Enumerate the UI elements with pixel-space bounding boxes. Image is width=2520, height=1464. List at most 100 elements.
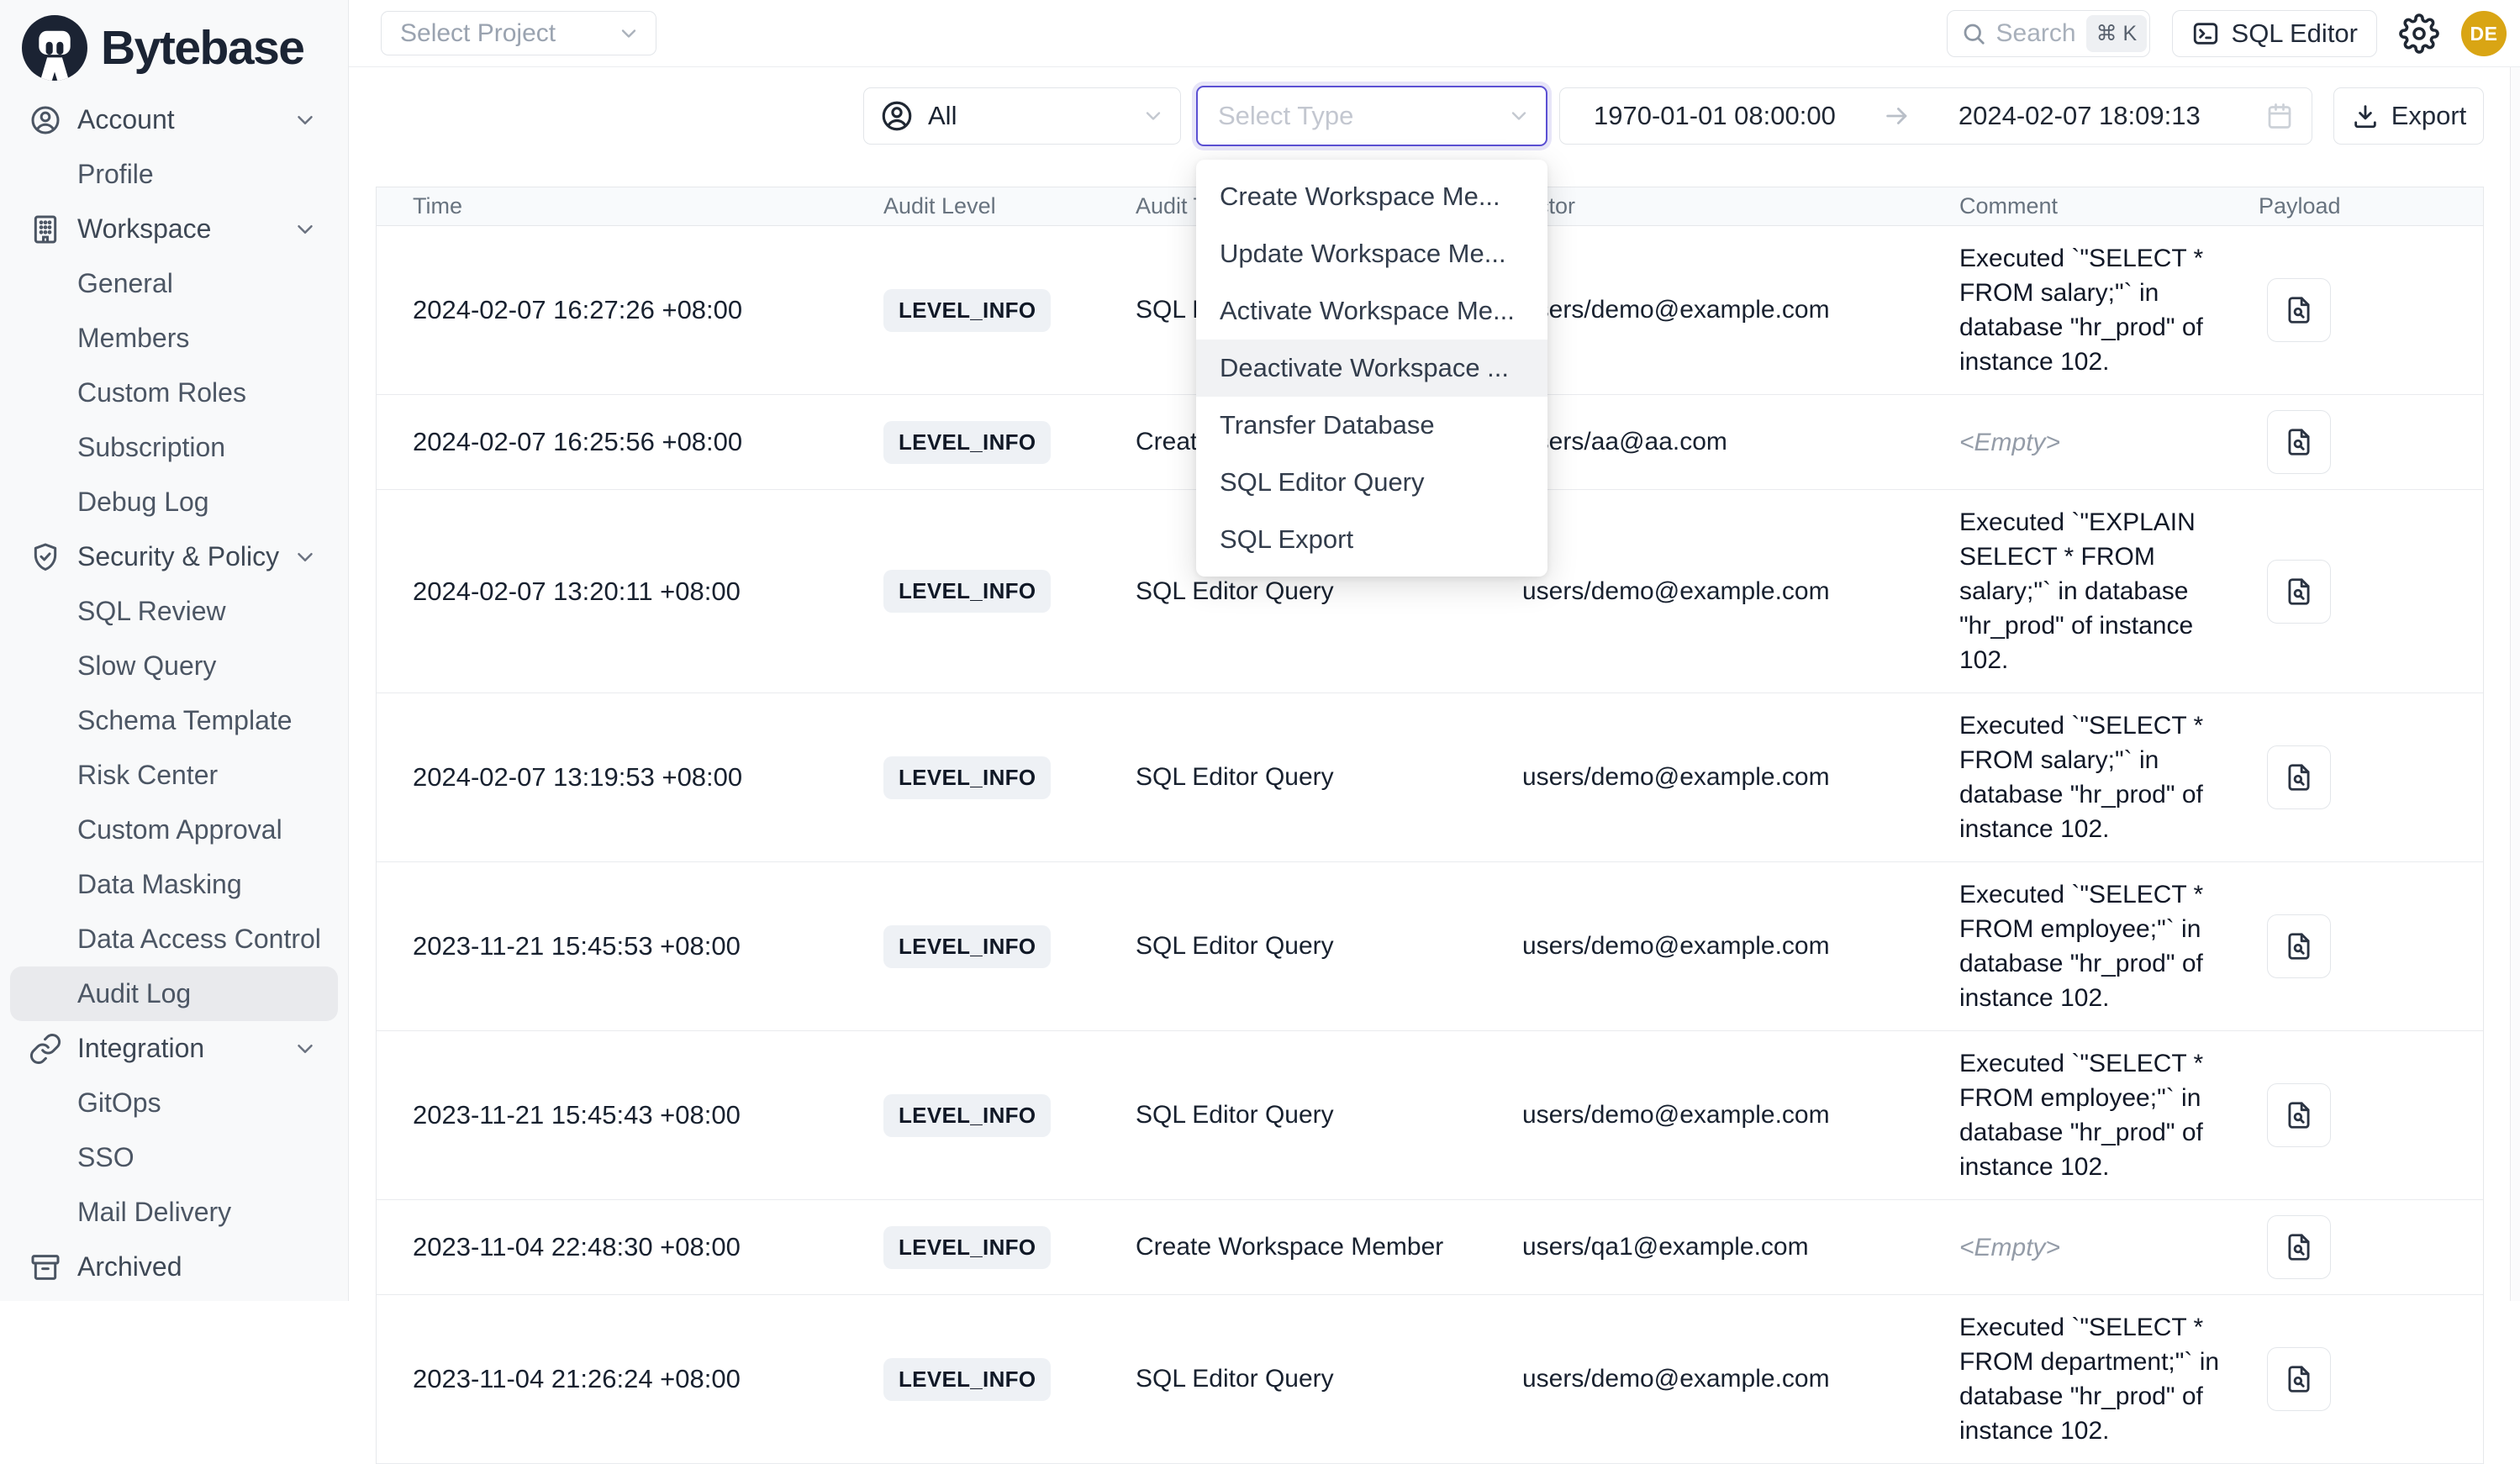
cell-audit-type: SQL Editor Query — [1136, 763, 1522, 792]
sidebar-item-general[interactable]: General — [10, 256, 338, 311]
archive-icon — [29, 1251, 62, 1284]
file-search-icon — [2283, 294, 2315, 326]
audit-level-badge: LEVEL_INFO — [883, 1094, 1051, 1137]
search-shortcut-badge: ⌘ K — [2086, 15, 2148, 52]
cell-actor: users/aa@aa.com — [1522, 428, 1959, 456]
type-menu-item[interactable]: Transfer Database — [1196, 397, 1547, 454]
sidebar-item-schema-template[interactable]: Schema Template — [10, 693, 338, 748]
brand-logo[interactable]: Bytebase — [0, 0, 348, 84]
payload-view-button[interactable] — [2267, 1083, 2331, 1147]
sidebar-item-subscription[interactable]: Subscription — [10, 420, 338, 475]
sidebar-item-audit-log[interactable]: Audit Log — [10, 966, 338, 1021]
table-row: 2024-02-07 13:19:53 +08:00 LEVEL_INFO SQ… — [377, 693, 2483, 862]
type-menu-item[interactable]: Activate Workspace Me... — [1196, 282, 1547, 340]
sidebar-item-debug-log[interactable]: Debug Log — [10, 475, 338, 529]
type-menu-item[interactable]: Update Workspace Me... — [1196, 225, 1547, 282]
sql-editor-button[interactable]: SQL Editor — [2172, 10, 2377, 57]
link-icon — [29, 1032, 62, 1066]
table-row: 2023-11-21 15:45:43 +08:00 LEVEL_INFO SQ… — [377, 1031, 2483, 1200]
sidebar-item-sso[interactable]: SSO — [10, 1130, 338, 1185]
cell-time: 2023-11-04 22:48:30 +08:00 — [413, 1232, 883, 1262]
type-menu-item[interactable]: SQL Export — [1196, 511, 1547, 568]
audit-level-badge: LEVEL_INFO — [883, 1226, 1051, 1269]
payload-view-button[interactable] — [2267, 410, 2331, 474]
arrow-right-icon — [1883, 102, 1911, 130]
terminal-icon — [2191, 19, 2220, 48]
sidebar-item-gitops[interactable]: GitOps — [10, 1076, 338, 1130]
sidebar-section-security-policy[interactable]: Security & Policy — [10, 529, 338, 584]
sidebar-section-account[interactable]: Account — [10, 92, 338, 147]
cell-audit-type: Create Workspace Member — [1136, 1233, 1522, 1261]
sidebar-item-data-masking[interactable]: Data Masking — [10, 857, 338, 912]
type-filter-select[interactable]: Select Type — [1196, 86, 1547, 146]
table-row: 2023-11-04 22:48:30 +08:00 LEVEL_INFO Cr… — [377, 1200, 2483, 1295]
audit-level-badge: LEVEL_INFO — [883, 289, 1051, 332]
column-header-comment: Comment — [1959, 193, 2259, 219]
type-menu-item-highlighted[interactable]: Deactivate Workspace ... — [1196, 340, 1547, 397]
sidebar-item-mail-delivery[interactable]: Mail Delivery — [10, 1185, 338, 1240]
sidebar-section-workspace[interactable]: Workspace — [10, 202, 338, 256]
table-row: 2023-11-04 21:26:24 +08:00 LEVEL_INFO SQ… — [377, 1295, 2483, 1464]
file-search-icon — [2283, 761, 2315, 793]
cell-comment: Executed `"SELECT * FROM employee;"` in … — [1959, 877, 2259, 1015]
avatar[interactable]: DE — [2461, 11, 2507, 56]
cell-actor: users/demo@example.com — [1522, 1101, 1959, 1130]
cell-time: 2024-02-07 13:19:53 +08:00 — [413, 762, 883, 793]
sidebar-section-archived[interactable]: Archived — [10, 1240, 338, 1294]
sidebar-item-sql-review[interactable]: SQL Review — [10, 584, 338, 639]
cell-time: 2023-11-21 15:45:43 +08:00 — [413, 1100, 883, 1130]
type-menu-item[interactable]: Create Workspace Me... — [1196, 168, 1547, 225]
cell-audit-type: SQL Editor Query — [1136, 1365, 1522, 1393]
file-search-icon — [2283, 1363, 2315, 1395]
date-from[interactable]: 1970-01-01 08:00:00 — [1594, 101, 1836, 131]
cell-actor: users/demo@example.com — [1522, 932, 1959, 961]
sidebar-item-risk-center[interactable]: Risk Center — [10, 748, 338, 803]
chevron-down-icon — [1141, 104, 1165, 128]
user-circle-icon — [879, 98, 915, 134]
member-filter-select[interactable]: All — [863, 87, 1181, 145]
type-menu-item[interactable]: SQL Editor Query — [1196, 454, 1547, 511]
sidebar-item-slow-query[interactable]: Slow Query — [10, 639, 338, 693]
payload-view-button[interactable] — [2267, 1215, 2331, 1279]
sidebar: Bytebase Account Profile Workspace Gener… — [0, 0, 349, 1301]
scrollbar[interactable] — [2510, 67, 2520, 1301]
audit-level-badge: LEVEL_INFO — [883, 570, 1051, 613]
sidebar-item-custom-approval[interactable]: Custom Approval — [10, 803, 338, 857]
search-input[interactable]: Search ⌘ K — [1947, 10, 2150, 57]
bytebase-logo-icon — [22, 15, 87, 81]
audit-level-badge: LEVEL_INFO — [883, 421, 1051, 464]
date-to[interactable]: 2024-02-07 18:09:13 — [1959, 101, 2201, 131]
topbar-actions: Search ⌘ K SQL Editor DE — [1947, 10, 2507, 57]
payload-view-button[interactable] — [2267, 1347, 2331, 1411]
sidebar-item-profile[interactable]: Profile — [10, 147, 338, 202]
cell-time: 2024-02-07 16:27:26 +08:00 — [413, 295, 883, 325]
search-icon — [1961, 21, 1986, 46]
payload-view-button[interactable] — [2267, 560, 2331, 624]
cell-time: 2024-02-07 13:20:11 +08:00 — [413, 577, 883, 607]
payload-view-button[interactable] — [2267, 278, 2331, 342]
chevron-down-icon — [293, 545, 318, 570]
sidebar-section-integration[interactable]: Integration — [10, 1021, 338, 1076]
cell-audit-type: SQL Editor Query — [1136, 932, 1522, 961]
building-icon — [29, 213, 62, 246]
settings-gear-icon[interactable] — [2399, 13, 2439, 54]
payload-view-button[interactable] — [2267, 745, 2331, 809]
cell-comment: Executed `"SELECT * FROM employee;"` in … — [1959, 1046, 2259, 1184]
sidebar-item-data-access-control[interactable]: Data Access Control — [10, 912, 338, 966]
topbar: Select Project Search ⌘ K SQL Editor DE — [349, 0, 2520, 67]
file-search-icon — [2283, 426, 2315, 458]
type-filter-menu: Create Workspace Me... Update Workspace … — [1196, 160, 1547, 577]
audit-level-badge: LEVEL_INFO — [883, 1358, 1051, 1401]
sidebar-item-members[interactable]: Members — [10, 311, 338, 366]
payload-view-button[interactable] — [2267, 914, 2331, 978]
date-range-picker[interactable]: 1970-01-01 08:00:00 2024-02-07 18:09:13 — [1559, 87, 2312, 145]
file-search-icon — [2283, 930, 2315, 962]
column-header-actor: Actor — [1522, 193, 1959, 219]
cell-comment: Executed `"SELECT * FROM department;"` i… — [1959, 1310, 2259, 1448]
project-select[interactable]: Select Project — [381, 11, 656, 55]
sidebar-item-custom-roles[interactable]: Custom Roles — [10, 366, 338, 420]
shield-check-icon — [29, 540, 62, 574]
cell-comment: Executed `"SELECT * FROM salary;"` in da… — [1959, 241, 2259, 379]
main-content: Select Project Search ⌘ K SQL Editor DE … — [349, 0, 2520, 1301]
export-button[interactable]: Export — [2333, 87, 2484, 145]
